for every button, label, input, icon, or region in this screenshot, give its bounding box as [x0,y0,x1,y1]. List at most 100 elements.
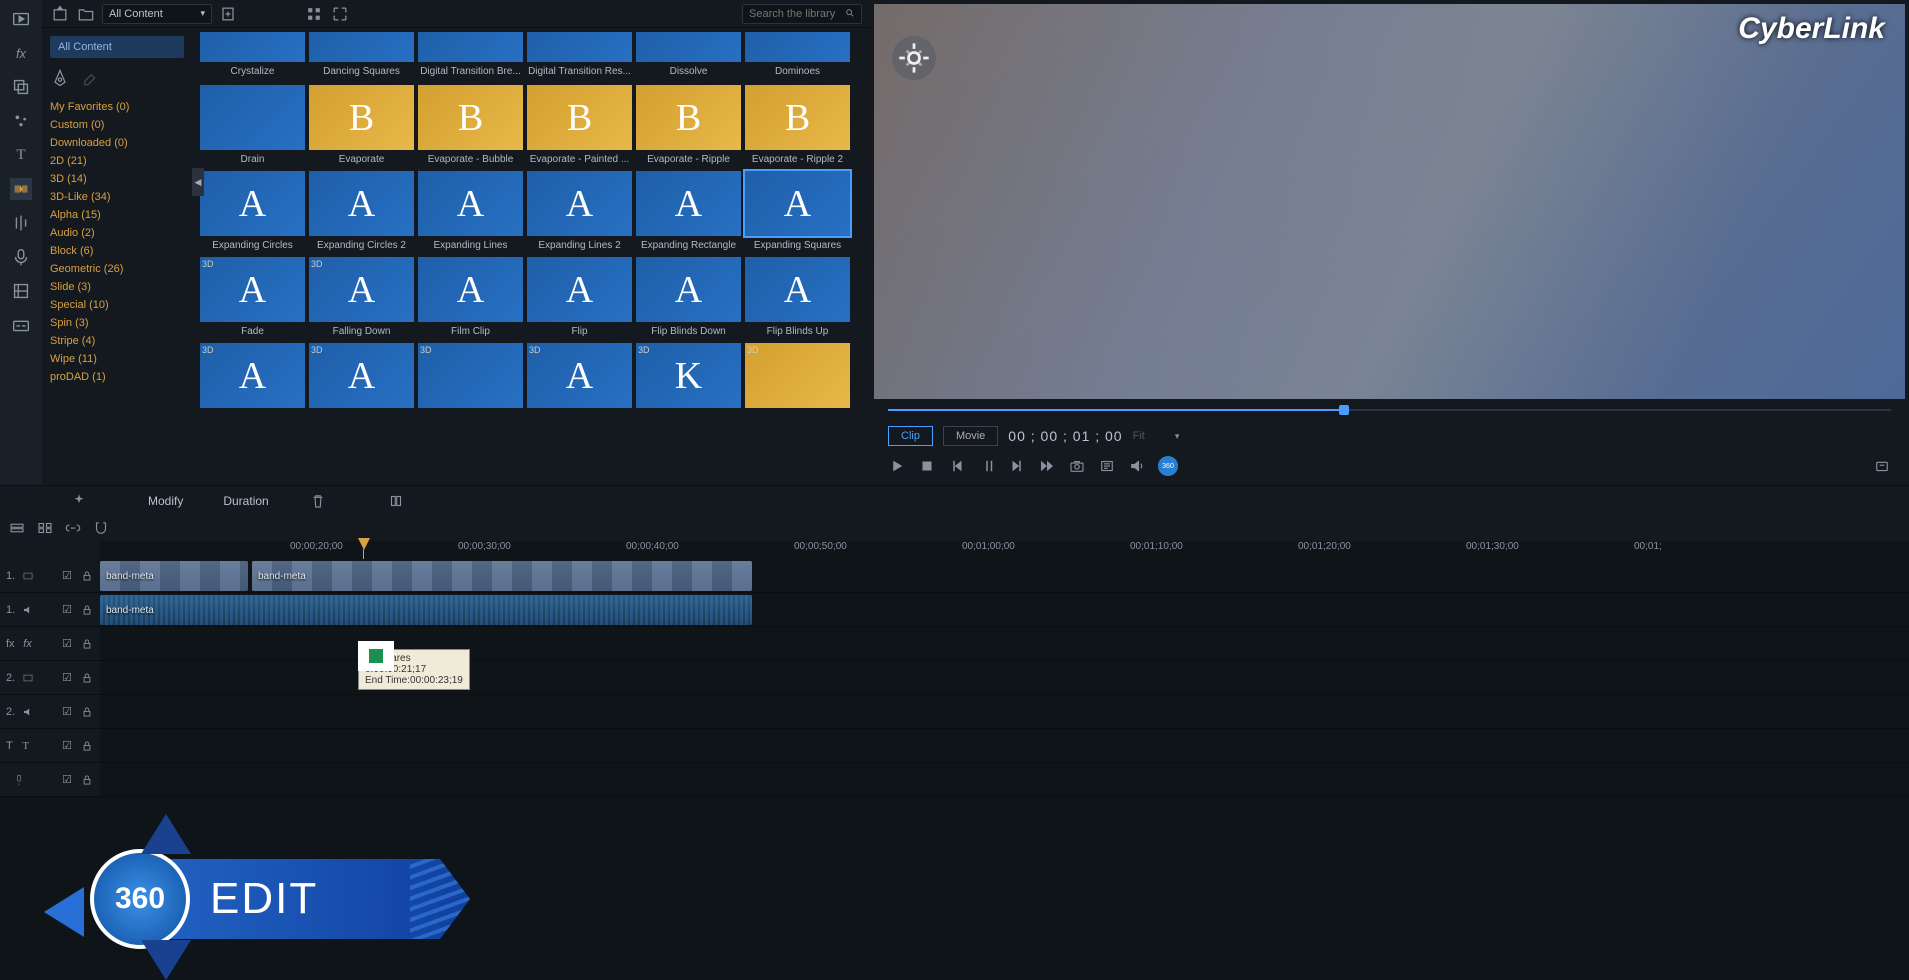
insert-icon[interactable] [387,492,405,510]
track-visible-icon[interactable]: ☑ [60,773,74,787]
settings-icon[interactable] [1098,457,1116,475]
slider-thumb[interactable] [1339,405,1349,415]
next-frame-icon[interactable] [1008,457,1026,475]
timeline-view-icon[interactable] [8,519,26,537]
transition-item[interactable]: AExpanding Lines 2 [527,171,632,251]
preview-viewport[interactable]: CyberLink [874,4,1905,399]
category-custom[interactable]: Custom (0) [50,116,184,134]
timeline-ruler[interactable]: 00;00;20;0000;00;30;0000;00;40;0000;00;5… [200,541,1909,559]
transition-item[interactable]: AFlip Blinds Down [636,257,741,337]
pen-tool-icon[interactable] [50,68,70,88]
prev-frame-icon[interactable] [948,457,966,475]
delete-icon[interactable] [309,492,327,510]
video-clip[interactable]: band-meta [100,561,248,591]
view-expand-icon[interactable] [330,4,350,24]
snap-icon[interactable] [92,519,110,537]
track-lock-icon[interactable] [80,671,94,685]
modify-button[interactable]: Modify [148,494,183,508]
category-downloaded[interactable]: Downloaded (0) [50,134,184,152]
track-lock-icon[interactable] [80,569,94,583]
track-visible-icon[interactable]: ☑ [60,569,74,583]
transition-item[interactable]: AExpanding Circles 2 [309,171,414,251]
transition-item[interactable]: AExpanding Rectangle [636,171,741,251]
preview-slider[interactable] [874,399,1905,421]
collapse-sidebar-icon[interactable]: ◀ [192,168,204,196]
transition-item[interactable]: 3DK [636,343,741,412]
category-alpha[interactable]: Alpha (15) [50,206,184,224]
folder-icon[interactable] [76,4,96,24]
storyboard-view-icon[interactable] [36,519,54,537]
transition-item[interactable]: AExpanding Lines [418,171,523,251]
track-visible-icon[interactable]: ☑ [60,637,74,651]
category-stripe[interactable]: Stripe (4) [50,332,184,350]
transition-item[interactable]: AFlip Blinds Up [745,257,850,337]
timecode-display[interactable]: 00 ; 00 ; 01 ; 00 [1008,428,1122,444]
track-lock-icon[interactable] [80,705,94,719]
category-block[interactable]: Block (6) [50,242,184,260]
overlay-icon[interactable] [10,76,32,98]
category-audio[interactable]: Audio (2) [50,224,184,242]
step-back-icon[interactable] [978,457,996,475]
search-input[interactable] [749,8,839,20]
dropdown-caret-icon[interactable]: ▾ [1175,431,1180,442]
category-2d[interactable]: 2D (21) [50,152,184,170]
360-icon[interactable]: 360 [1158,456,1178,476]
category-spin[interactable]: Spin (3) [50,314,184,332]
transition-item[interactable]: 3D [745,343,850,412]
playhead[interactable] [358,538,370,550]
track-header[interactable]: ☑ [0,763,100,797]
transition-item[interactable]: Digital Transition Bre... [418,32,523,77]
category-prodad[interactable]: proDAD (1) [50,368,184,386]
track-visible-icon[interactable]: ☑ [60,739,74,753]
track-header[interactable]: TT☑ [0,729,100,763]
transition-item[interactable]: AFlip [527,257,632,337]
track-visible-icon[interactable]: ☑ [60,671,74,685]
track-header[interactable]: 1.☑ [0,593,100,627]
audio-clip[interactable]: band-meta [100,595,752,625]
eraser-icon[interactable] [78,68,98,88]
all-content-tag[interactable]: All Content [50,36,184,58]
clip-mode-button[interactable]: Clip [888,426,933,446]
track-header[interactable]: fxfx☑ [0,627,100,661]
track-header[interactable]: 1.☑ [0,559,100,593]
search-icon[interactable] [845,7,855,21]
new-icon[interactable] [218,4,238,24]
transition-item[interactable]: AExpanding Circles [200,171,305,251]
transition-item[interactable]: BEvaporate [309,85,414,165]
category-special[interactable]: Special (10) [50,296,184,314]
transition-item[interactable]: Dominoes [745,32,850,77]
transition-item[interactable]: BEvaporate - Painted ... [527,85,632,165]
transition-item[interactable]: Digital Transition Res... [527,32,632,77]
transition-item[interactable]: 3DAFade [200,257,305,337]
track-header[interactable]: 2.☑ [0,695,100,729]
transition-item[interactable]: Drain [200,85,305,165]
category-wipe[interactable]: Wipe (11) [50,350,184,368]
voiceover-icon[interactable] [10,246,32,268]
chapter-icon[interactable] [10,280,32,302]
search-field[interactable] [742,4,862,24]
transition-item[interactable]: AExpanding Squares [745,171,850,251]
link-icon[interactable] [64,519,82,537]
media-icon[interactable] [10,8,32,30]
transition-item[interactable]: Dissolve [636,32,741,77]
transition-icon[interactable] [10,178,32,200]
category-my-favorites[interactable]: My Favorites (0) [50,98,184,116]
import-icon[interactable] [50,4,70,24]
title-icon[interactable]: T [10,144,32,166]
volume-icon[interactable] [1128,457,1146,475]
transition-item[interactable]: 3DA [309,343,414,412]
movie-mode-button[interactable]: Movie [943,426,998,446]
view-grid-icon[interactable] [304,4,324,24]
category-slide[interactable]: Slide (3) [50,278,184,296]
track-lock-icon[interactable] [80,773,94,787]
category-3d[interactable]: 3D (14) [50,170,184,188]
track-visible-icon[interactable]: ☑ [60,705,74,719]
audio-mix-icon[interactable] [10,212,32,234]
transition-item[interactable]: 3DAFalling Down [309,257,414,337]
snapshot-icon[interactable] [1068,457,1086,475]
duration-button[interactable]: Duration [223,494,268,508]
stop-icon[interactable] [918,457,936,475]
transition-item[interactable]: BEvaporate - Ripple 2 [745,85,850,165]
transition-item[interactable]: 3D [418,343,523,412]
track-lock-icon[interactable] [80,637,94,651]
